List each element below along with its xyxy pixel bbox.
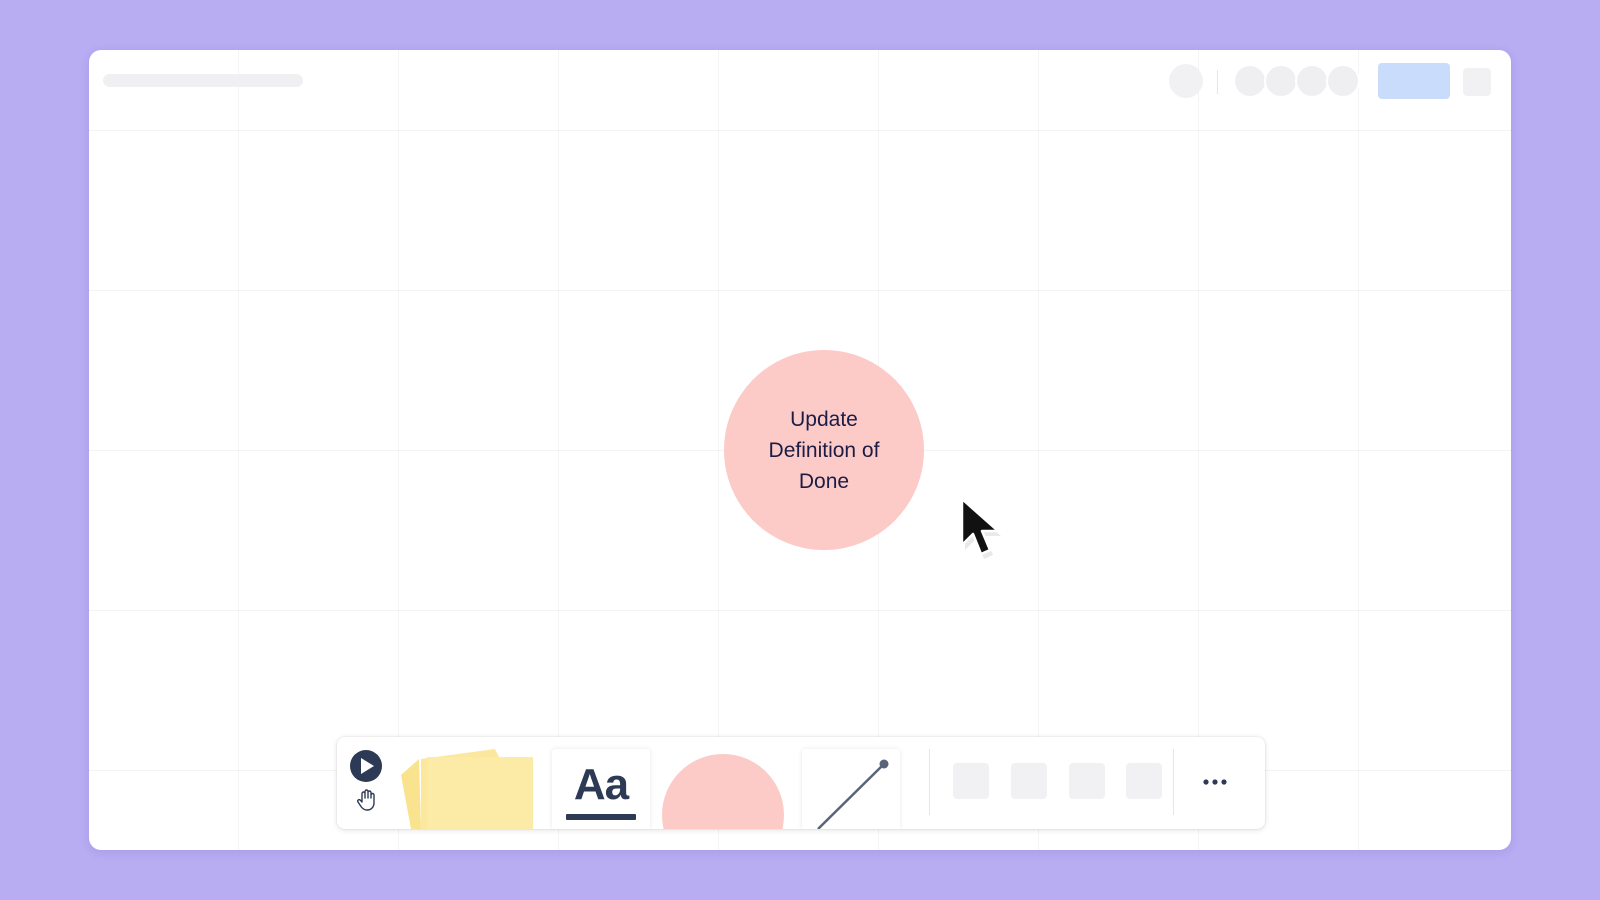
- toolbar-divider: [1173, 749, 1174, 815]
- circle-shape-text[interactable]: Update Definition of Done: [749, 404, 899, 497]
- hand-tool-button[interactable]: [353, 787, 379, 813]
- tool-placeholder[interactable]: [1126, 763, 1162, 799]
- toolbar-divider: [929, 749, 930, 815]
- tool-placeholder[interactable]: [953, 763, 989, 799]
- topbar-divider: [1217, 70, 1218, 94]
- avatar[interactable]: [1264, 64, 1298, 98]
- help-button[interactable]: [1169, 64, 1203, 98]
- sticky-note-icon: [401, 749, 533, 829]
- menu-button[interactable]: [1463, 68, 1491, 96]
- text-underline: [566, 814, 636, 820]
- tool-placeholder[interactable]: [1011, 763, 1047, 799]
- more-tools-button[interactable]: [1195, 767, 1235, 797]
- avatar[interactable]: [1233, 64, 1267, 98]
- line-connector-icon: [817, 759, 889, 829]
- share-button[interactable]: [1378, 63, 1450, 99]
- circle-shape-icon: [662, 754, 784, 829]
- mouse-cursor-icon: [960, 497, 1001, 559]
- avatar[interactable]: [1326, 64, 1360, 98]
- hand-icon: [357, 789, 375, 811]
- text-tool-button[interactable]: Aa: [552, 749, 650, 829]
- text-tool-label: Aa: [573, 760, 629, 809]
- more-dots-icon: [1203, 779, 1227, 785]
- whiteboard-window: Update Definition of Done Aa: [89, 50, 1511, 850]
- tool-placeholder[interactable]: [1069, 763, 1105, 799]
- sticky-note-tool-button[interactable]: [399, 745, 539, 829]
- line-tool-button[interactable]: [802, 749, 900, 829]
- select-tool-button[interactable]: [349, 749, 383, 783]
- creation-toolbar: Aa: [337, 737, 1265, 829]
- shape-tool-button[interactable]: [659, 745, 787, 829]
- avatar[interactable]: [1295, 64, 1329, 98]
- circle-shape[interactable]: Update Definition of Done: [724, 350, 924, 550]
- board-title-placeholder[interactable]: [103, 74, 303, 87]
- play-cursor-icon: [350, 750, 382, 782]
